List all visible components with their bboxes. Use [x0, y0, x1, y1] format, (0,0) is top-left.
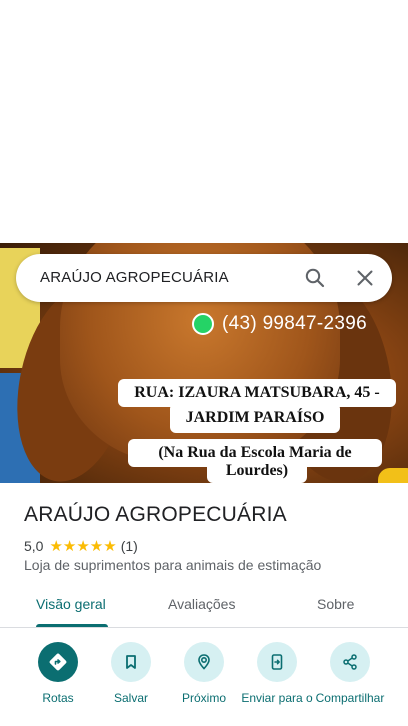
save-label: Salvar: [113, 691, 148, 705]
tab-about[interactable]: Sobre: [317, 596, 354, 612]
photo-phone-text: (43) 99847-2396: [222, 313, 367, 334]
place-category: Loja de suprimentos para animais de esti…: [24, 557, 322, 573]
photo-phone-overlay: (43) 99847-2396: [192, 313, 367, 335]
tab-reviews[interactable]: Avaliações: [168, 596, 235, 612]
send-to-phone-button[interactable]: Enviar para o: [239, 642, 315, 705]
nearby-icon: [184, 642, 224, 682]
active-tab-indicator: [36, 624, 108, 627]
nearby-button[interactable]: Próximo: [166, 642, 242, 705]
whatsapp-icon: [192, 313, 214, 335]
nearby-label: Próximo: [181, 691, 226, 705]
place-tabs: Visão geral Avaliações Sobre: [0, 584, 408, 628]
directions-label: Rotas: [42, 691, 74, 705]
directions-button[interactable]: Rotas: [20, 642, 96, 705]
photo-address-line2: JARDIM PARAÍSO: [170, 403, 340, 433]
search-icon[interactable]: [303, 266, 327, 290]
bookmark-icon: [111, 642, 151, 682]
star-rating-icon: ★★★★★: [49, 538, 117, 555]
tab-overview[interactable]: Visão geral: [36, 596, 106, 612]
close-icon[interactable]: [353, 266, 377, 290]
search-bar[interactable]: ARAÚJO AGROPECUÁRIA: [16, 254, 392, 302]
share-button[interactable]: Compartilhar: [312, 642, 388, 705]
share-label: Compartilhar: [315, 691, 385, 705]
rating-summary[interactable]: 5,0 ★★★★★ (1): [24, 537, 138, 555]
review-count: (1): [120, 538, 138, 554]
photo-corner-badge: [378, 468, 408, 483]
send-to-phone-icon: [257, 642, 297, 682]
save-button[interactable]: Salvar: [93, 642, 169, 705]
map-area-blank: [0, 0, 408, 243]
search-query-text[interactable]: ARAÚJO AGROPECUÁRIA: [40, 269, 229, 286]
send-to-phone-label: Enviar para o: [241, 691, 313, 705]
share-icon: [330, 642, 370, 682]
directions-icon: [38, 642, 78, 682]
rating-value: 5,0: [24, 538, 44, 554]
place-title: ARAÚJO AGROPECUÁRIA: [24, 503, 287, 526]
photo-note-line2: Lourdes): [207, 459, 307, 483]
action-bar: Rotas Salvar Próximo Enviar para o Compa…: [0, 640, 408, 726]
